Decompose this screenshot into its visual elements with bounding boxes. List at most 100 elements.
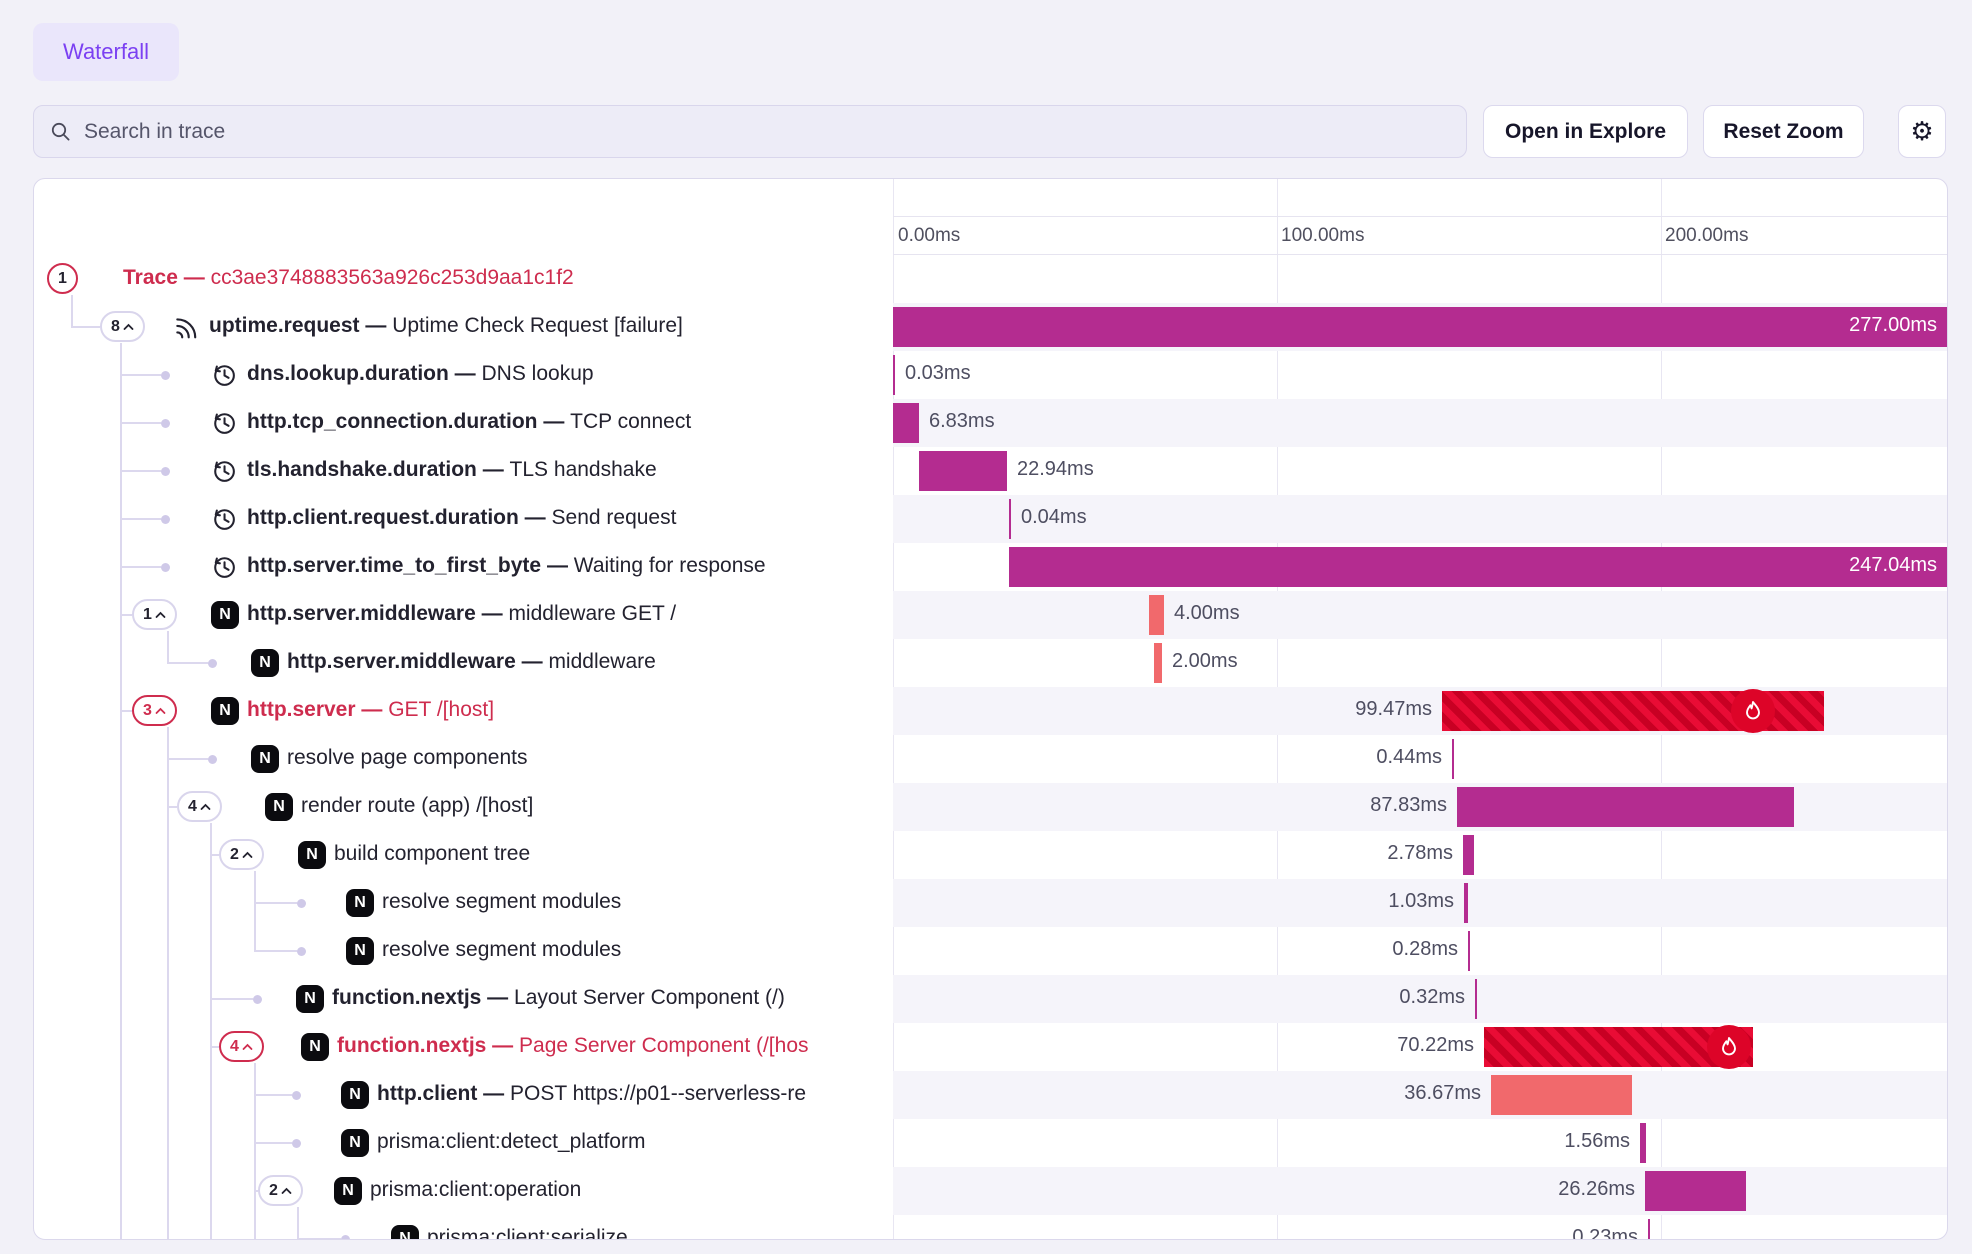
flame-icon xyxy=(1717,1035,1741,1059)
span-duration-bar[interactable] xyxy=(1491,1075,1632,1115)
span-op: render route (app) /[host] xyxy=(301,794,533,817)
tree-connector xyxy=(210,998,253,1000)
trace-row[interactable]: 0.23msNprisma:client:serialize xyxy=(34,1215,1947,1240)
settings-gear-button[interactable]: ⚙ xyxy=(1898,105,1946,158)
clock-icon xyxy=(211,506,237,532)
trace-row[interactable]: 99.47ms3Nhttp.server — GET /[host] xyxy=(34,687,1947,735)
timeline-cell: 277.00ms xyxy=(893,303,1947,351)
span-duration-bar[interactable] xyxy=(1468,931,1470,971)
children-count-badge[interactable]: 8 xyxy=(100,311,145,342)
trace-row[interactable]: 2.00msNhttp.server.middleware — middlewa… xyxy=(34,639,1947,687)
chevron-up-icon xyxy=(155,707,166,715)
open-in-explore-button[interactable]: Open in Explore xyxy=(1483,105,1688,158)
trace-row[interactable]: 0.03msdns.lookup.duration — DNS lookup xyxy=(34,351,1947,399)
tab-waterfall[interactable]: Waterfall xyxy=(33,23,179,81)
search-box[interactable] xyxy=(33,105,1467,158)
timeline-cell: 6.83ms xyxy=(893,399,1947,447)
span-op: build component tree xyxy=(334,842,530,865)
span-description: Uptime Check Request [failure] xyxy=(392,314,683,337)
span-label: resolve page components xyxy=(287,746,528,770)
children-count-badge[interactable]: 4 xyxy=(177,791,222,822)
span-duration-bar[interactable] xyxy=(1463,835,1474,875)
span-op: uptime.request xyxy=(209,314,360,337)
span-duration-bar[interactable] xyxy=(893,403,919,443)
reset-zoom-button[interactable]: Reset Zoom xyxy=(1703,105,1864,158)
children-count-badge[interactable]: 2 xyxy=(258,1175,303,1206)
trace-row[interactable]: 6.83mshttp.tcp_connection.duration — TCP… xyxy=(34,399,1947,447)
span-duration-bar[interactable] xyxy=(1464,883,1468,923)
timeline-cell: 4.00ms xyxy=(893,591,1947,639)
nextjs-icon: N xyxy=(296,985,324,1013)
trace-row[interactable]: 0.04mshttp.client.request.duration — Sen… xyxy=(34,495,1947,543)
timeline-cell: 0.28ms xyxy=(893,927,1947,975)
span-duration-bar[interactable] xyxy=(1009,547,1947,587)
span-duration-bar[interactable] xyxy=(1457,787,1794,827)
trace-row[interactable]: 247.04mshttp.server.time_to_first_byte —… xyxy=(34,543,1947,591)
trace-row[interactable]: 87.83ms4Nrender route (app) /[host] xyxy=(34,783,1947,831)
children-count-badge[interactable]: 1 xyxy=(132,599,177,630)
span-op: tls.handshake.duration xyxy=(247,458,477,481)
nextjs-icon: N xyxy=(346,889,374,917)
span-duration-bar[interactable] xyxy=(919,451,1007,491)
span-tree-cell: 3Nhttp.server — GET /[host] xyxy=(34,687,893,735)
span-duration-bar[interactable] xyxy=(1452,739,1454,779)
axis-tick-200: 200.00ms xyxy=(1665,225,1748,247)
trace-row[interactable]: 1.03msNresolve segment modules xyxy=(34,879,1947,927)
tree-connector xyxy=(167,758,208,760)
tree-node-dot xyxy=(161,467,170,476)
children-count-badge[interactable]: 2 xyxy=(219,839,264,870)
nextjs-icon: N xyxy=(334,1177,362,1205)
span-duration-bar[interactable] xyxy=(1149,595,1164,635)
trace-row[interactable]: 1Trace — cc3ae3748883563a926c253d9aa1c1f… xyxy=(34,255,1947,303)
span-duration-bar[interactable] xyxy=(1640,1123,1646,1163)
tree-guide-line xyxy=(210,823,212,1240)
span-duration-bar[interactable] xyxy=(893,355,895,395)
span-label: http.client.request.duration — Send requ… xyxy=(247,506,676,530)
duration-label: 36.67ms xyxy=(1404,1082,1481,1105)
span-duration-bar[interactable] xyxy=(1475,979,1477,1019)
span-op: resolve segment modules xyxy=(382,890,621,913)
op-desc-separator: — xyxy=(537,410,570,433)
duration-label: 87.83ms xyxy=(1370,794,1447,817)
span-duration-bar[interactable] xyxy=(1648,1219,1650,1240)
timeline-cell: 70.22ms xyxy=(893,1023,1947,1071)
span-duration-bar[interactable] xyxy=(1154,643,1162,683)
span-op: http.client.request.duration xyxy=(247,506,519,529)
span-duration-bar[interactable] xyxy=(893,307,1947,347)
search-input[interactable] xyxy=(82,119,1450,145)
span-op: http.server.middleware xyxy=(247,602,476,625)
trace-row[interactable]: 1.56msNprisma:client:detect_platform xyxy=(34,1119,1947,1167)
children-count-badge[interactable]: 3 xyxy=(132,695,177,726)
op-desc-separator: — xyxy=(356,698,389,721)
span-tree-cell: 8uptime.request — Uptime Check Request [… xyxy=(34,303,893,351)
trace-row[interactable]: 0.32msNfunction.nextjs — Layout Server C… xyxy=(34,975,1947,1023)
tree-connector xyxy=(120,422,161,424)
trace-row[interactable]: 0.44msNresolve page components xyxy=(34,735,1947,783)
tree-node-dot xyxy=(292,1091,301,1100)
span-op: http.server.middleware xyxy=(287,650,516,673)
duration-label: 0.44ms xyxy=(1376,746,1442,769)
duration-label: 70.22ms xyxy=(1397,1034,1474,1057)
span-duration-bar[interactable] xyxy=(1009,499,1011,539)
trace-row[interactable]: 0.28msNresolve segment modules xyxy=(34,927,1947,975)
span-description: middleware GET / xyxy=(508,602,676,625)
timeline-cell: 0.32ms xyxy=(893,975,1947,1023)
timeline-cell: 0.23ms xyxy=(893,1215,1947,1240)
span-duration-bar[interactable] xyxy=(1645,1171,1746,1211)
trace-row[interactable]: 36.67msNhttp.client — POST https://p01--… xyxy=(34,1071,1947,1119)
sentry-icon-wrap xyxy=(173,314,199,345)
span-description: middleware xyxy=(548,650,655,673)
trace-row[interactable]: 4.00ms1Nhttp.server.middleware — middlew… xyxy=(34,591,1947,639)
children-count-badge[interactable]: 1 xyxy=(47,263,78,294)
children-count-badge[interactable]: 4 xyxy=(219,1031,264,1062)
span-tree-cell: http.client.request.duration — Send requ… xyxy=(34,495,893,543)
clock-icon-wrap xyxy=(211,362,237,393)
trace-row[interactable]: 277.00ms8uptime.request — Uptime Check R… xyxy=(34,303,1947,351)
trace-row[interactable]: 2.78ms2Nbuild component tree xyxy=(34,831,1947,879)
time-axis: 0.00ms 100.00ms 200.00ms xyxy=(893,216,1948,255)
trace-row[interactable]: 22.94mstls.handshake.duration — TLS hand… xyxy=(34,447,1947,495)
span-description: Waiting for response xyxy=(574,554,766,577)
tree-connector xyxy=(254,902,297,904)
trace-row[interactable]: 70.22ms4Nfunction.nextjs — Page Server C… xyxy=(34,1023,1947,1071)
trace-row[interactable]: 26.26ms2Nprisma:client:operation xyxy=(34,1167,1947,1215)
